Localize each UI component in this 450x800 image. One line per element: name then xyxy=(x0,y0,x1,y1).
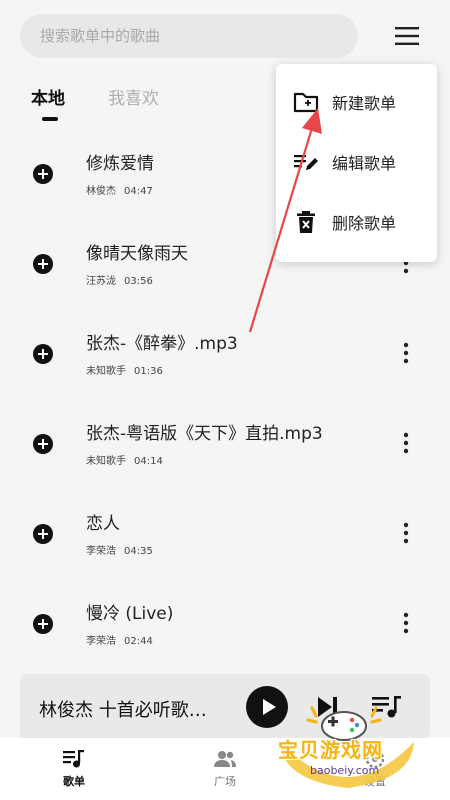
search-bar[interactable] xyxy=(20,14,358,58)
trash-icon xyxy=(297,211,315,233)
menu-item-new-playlist[interactable]: 新建歌单 xyxy=(276,72,437,132)
tab-local[interactable]: 本地 xyxy=(31,84,65,109)
song-row[interactable]: 张杰-粤语版《天下》直拍.mp3 未知歌手 04:14 xyxy=(0,397,450,487)
song-row[interactable]: 张杰-《醉拳》.mp3 未知歌手 01:36 xyxy=(0,307,450,397)
song-title: 张杰-粤语版《天下》直拍.mp3 xyxy=(86,424,323,444)
menu-item-delete-playlist[interactable]: 删除歌单 xyxy=(276,192,437,252)
song-duration: 01:36 xyxy=(134,366,163,377)
song-meta: 未知歌手 01:36 xyxy=(86,362,163,377)
song-meta: 未知歌手 04:14 xyxy=(86,452,163,467)
song-meta: 林俊杰 04:47 xyxy=(86,182,153,197)
more-vert-icon[interactable] xyxy=(396,521,416,545)
song-duration: 04:35 xyxy=(124,546,153,557)
song-row[interactable]: 恋人 李荣浩 04:35 xyxy=(0,487,450,577)
song-title: 张杰-《醉拳》.mp3 xyxy=(86,334,238,354)
add-circle-icon[interactable] xyxy=(32,343,54,365)
menu-item-label: 删除歌单 xyxy=(332,214,397,233)
song-title: 修炼爱情 xyxy=(86,154,154,174)
song-duration: 04:47 xyxy=(124,186,153,197)
song-artist: 林俊杰 xyxy=(86,186,116,197)
search-input[interactable] xyxy=(40,27,358,45)
song-artist: 李荣浩 xyxy=(86,636,116,647)
now-playing-title: 林俊杰 十首必听歌… xyxy=(39,700,207,721)
song-meta: 李荣浩 02:44 xyxy=(86,632,153,647)
song-duration: 03:56 xyxy=(124,276,153,287)
tab-indicator xyxy=(42,117,58,121)
edit-list-icon xyxy=(294,155,318,170)
playlist-icon xyxy=(63,750,84,768)
menu-button[interactable] xyxy=(390,22,424,50)
song-row[interactable]: 慢冷 (Live) 李荣浩 02:44 xyxy=(0,577,450,667)
menu-item-edit-playlist[interactable]: 编辑歌单 xyxy=(276,132,437,192)
playlist-dropdown-menu: 新建歌单 编辑歌单 删除歌单 xyxy=(276,64,437,262)
nav-label: 广场 xyxy=(214,775,236,788)
song-duration: 02:44 xyxy=(124,636,153,647)
song-artist: 李荣浩 xyxy=(86,546,116,557)
menu-item-label: 编辑歌单 xyxy=(332,154,397,173)
song-duration: 04:14 xyxy=(134,456,163,467)
new-folder-icon xyxy=(293,92,319,113)
watermark-text: 宝贝游戏网 xyxy=(278,738,383,762)
add-circle-icon[interactable] xyxy=(32,433,54,455)
song-title: 像晴天像雨天 xyxy=(86,244,188,264)
watermark: 宝贝游戏网 baobeiy.com xyxy=(272,690,422,790)
song-meta: 李荣浩 04:35 xyxy=(86,542,153,557)
watermark-url: baobeiy.com xyxy=(310,764,380,777)
more-vert-icon[interactable] xyxy=(396,611,416,635)
nav-label: 歌单 xyxy=(63,775,85,788)
more-vert-icon[interactable] xyxy=(396,431,416,455)
song-title: 慢冷 (Live) xyxy=(86,604,174,624)
menu-item-label: 新建歌单 xyxy=(332,94,397,113)
add-circle-icon[interactable] xyxy=(32,523,54,545)
song-artist: 未知歌手 xyxy=(86,456,126,467)
nav-playlists[interactable]: 歌单 xyxy=(44,748,104,798)
nav-square[interactable]: 广场 xyxy=(195,748,255,798)
tab-favorites[interactable]: 我喜欢 xyxy=(108,84,159,109)
add-circle-icon[interactable] xyxy=(32,613,54,635)
add-circle-icon[interactable] xyxy=(32,253,54,275)
song-artist: 未知歌手 xyxy=(86,366,126,377)
song-title: 恋人 xyxy=(86,514,120,534)
song-artist: 汪苏泷 xyxy=(86,276,116,287)
hamburger-menu-icon xyxy=(395,27,419,45)
more-vert-icon[interactable] xyxy=(396,341,416,365)
song-meta: 汪苏泷 03:56 xyxy=(86,272,153,287)
people-icon xyxy=(214,751,236,767)
add-circle-icon[interactable] xyxy=(32,163,54,185)
